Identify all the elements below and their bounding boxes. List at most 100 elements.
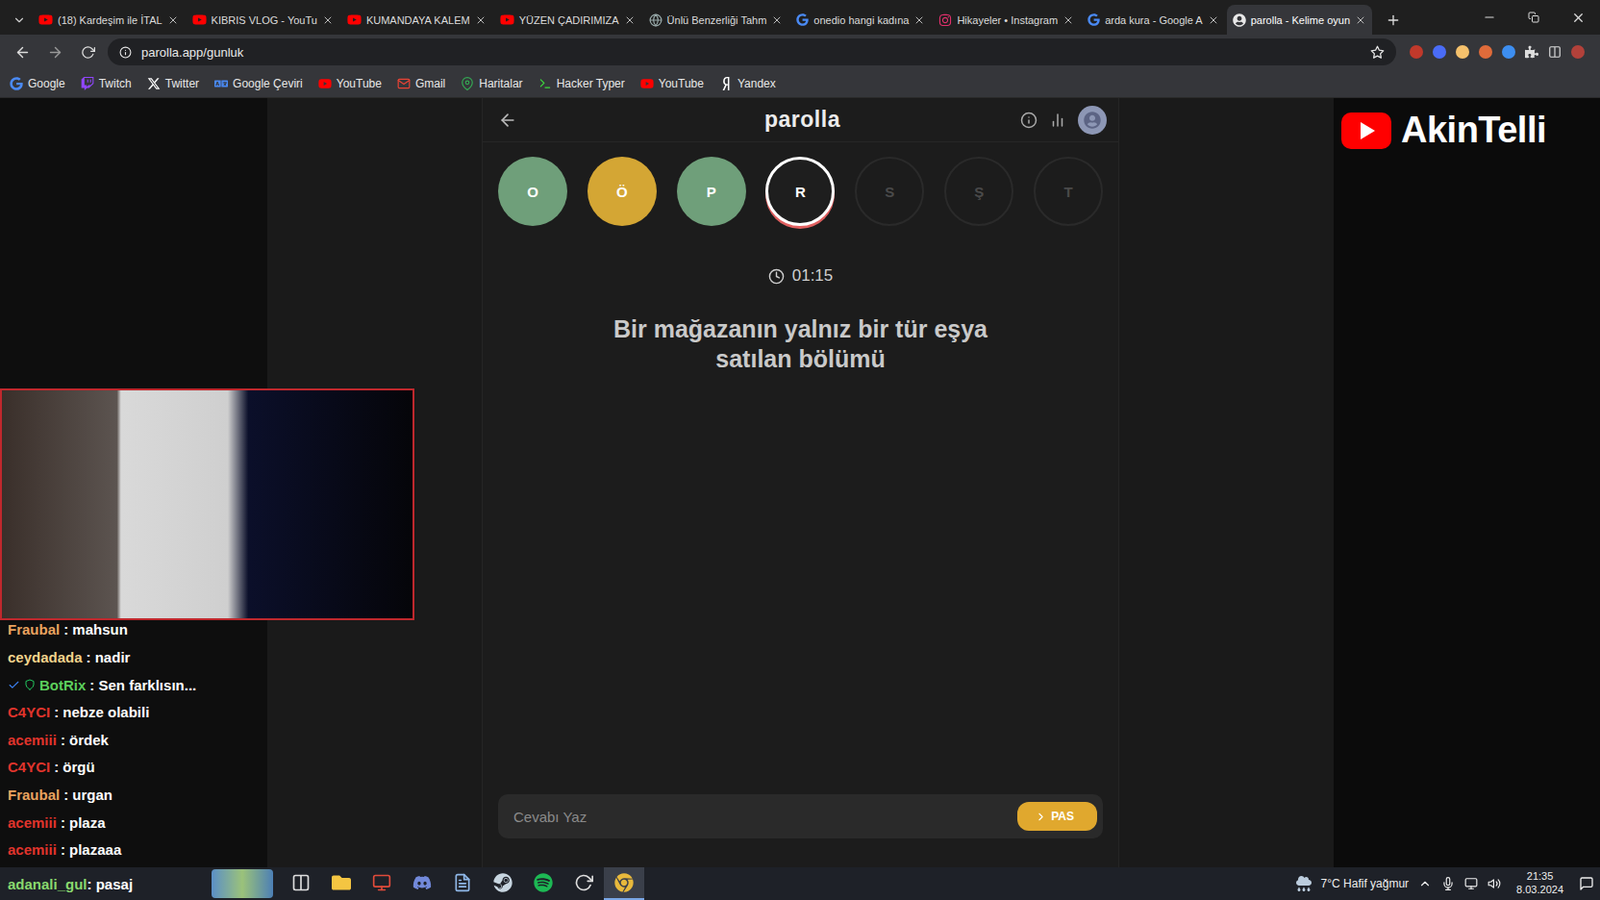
site-info-icon [119,46,132,59]
bookmark[interactable]: Twitch [80,76,132,91]
new-tab-button[interactable] [1377,5,1409,35]
bookmark[interactable]: Google Çeviri [214,76,303,91]
browser-tab[interactable]: onedio hangi kadına [790,4,931,35]
back-arrow-icon[interactable] [498,110,518,130]
browser-tab[interactable]: KUMANDAYA KALEM [341,4,493,35]
bookmark[interactable]: Haritalar [460,76,523,91]
browser-tab[interactable]: parolla - Kelime oyun [1226,4,1373,35]
tab-close-button[interactable] [624,14,636,26]
google-icon [796,13,809,26]
chrome-icon [614,873,634,893]
tab-close-button[interactable] [1062,14,1075,26]
info-icon[interactable] [1020,111,1038,129]
reload-button[interactable] [75,39,100,65]
parolla-icon [1232,13,1247,27]
answer-input[interactable] [511,807,1010,826]
taskbar-app[interactable] [401,867,443,900]
page-content: Fraubal: mahsunceydadada: nadirBotRix: S… [0,98,1600,868]
search-picture[interactable] [211,869,274,899]
puzzle-icon[interactable] [1525,45,1539,59]
minimize-button[interactable] [1467,0,1512,35]
taskbar-app[interactable] [361,867,402,900]
tab-close-button[interactable] [913,14,925,26]
tab-list: (18) Kardeşim ile İTALKIBRIS VLOG - YouT… [32,4,1373,35]
stats-icon[interactable] [1049,111,1067,129]
close-button[interactable] [1555,0,1600,35]
letter-circle: Ş [944,156,1014,226]
volume-icon[interactable] [1487,876,1501,891]
letter-circle: P [676,156,747,226]
bookmark[interactable]: Google [9,76,66,91]
weather[interactable]: 7°C Hafif yağmur [1321,876,1410,891]
letter-circle: O [498,156,568,226]
browser-tab[interactable]: Ünlü Benzerliği Tahm [643,4,790,35]
tab-close-button[interactable] [1207,14,1220,26]
weather-icon [1296,875,1312,892]
taskbar-app[interactable] [563,867,604,900]
google-icon [1087,13,1100,26]
chat-message: ceydadada: nadir [7,643,260,672]
avatar[interactable] [1077,105,1107,135]
bookmark[interactable]: Gmail [397,76,446,91]
taskbar-app[interactable] [482,867,524,900]
network-icon[interactable] [1464,876,1478,891]
restore-button[interactable] [1511,0,1556,35]
arrow-right-icon [47,44,64,61]
extension-icon[interactable] [1409,45,1424,59]
taskbar-app[interactable] [523,867,564,900]
game-header: parolla [482,98,1119,143]
notification-icon[interactable] [1578,875,1595,892]
voicemeeter-icon [372,873,392,893]
back-button[interactable] [9,39,35,65]
tab-title: KUMANDAYA KALEM [366,14,471,26]
chevron-down-icon [12,13,26,27]
tab-close-button[interactable] [771,14,783,26]
extension-icon[interactable] [1455,45,1470,59]
browser-tab[interactable]: YÜZEN ÇADIRIMIZA [494,4,642,35]
bookmark[interactable]: Twitter [147,76,200,91]
taskbar-app[interactable] [442,867,483,900]
forward-button[interactable] [42,39,68,65]
tab-title: parolla - Kelime oyun [1250,14,1350,26]
user-icon [1083,111,1101,129]
chat-message: acemiii: ördek [7,725,260,754]
bookmark[interactable]: YouTube [318,76,382,91]
header-actions [840,105,1107,135]
tab-close-button[interactable] [1354,14,1367,26]
taskbar-app[interactable] [603,867,645,900]
tab-search-button[interactable] [5,5,33,35]
bookmarks-bar: Google Twitch Twitter Google Çeviri YouTube G… [0,69,1600,99]
browser-tab[interactable]: KIBRIS VLOG - YouTu [186,4,340,35]
mic-icon[interactable] [1441,876,1455,891]
browser-tab[interactable]: (18) Kardeşim ile İTAL [32,4,185,35]
twitch-icon [80,76,95,91]
close-icon [913,14,925,26]
sidepanel-icon[interactable] [1548,45,1562,59]
bookmark[interactable]: YouTube [640,76,704,91]
close-icon [1062,14,1075,26]
bookmark[interactable]: Hacker Typer [538,76,625,91]
extension-icon[interactable] [1478,45,1493,59]
tab-close-button[interactable] [322,14,334,26]
chat-message: acemiii: plazaaa [7,835,260,864]
profile-icon[interactable] [1571,45,1585,59]
taskbar-app[interactable] [321,867,362,900]
translate-icon [214,76,228,91]
bookmark[interactable]: Yandex [719,76,776,91]
browser-tab[interactable]: Hikayeler • Instagram [932,4,1080,35]
taskbar-app[interactable] [280,867,322,900]
tab-close-button[interactable] [475,14,487,26]
browser-tab[interactable]: arda kura - Google A [1081,4,1225,35]
extension-icon[interactable] [1432,45,1447,59]
letter-circle: Ö [587,156,657,226]
chat-overlay-message: adanali_gul: pasaj [7,875,212,893]
tab-close-button[interactable] [167,14,179,26]
youtube-icon [347,12,362,27]
pass-button[interactable]: PAS [1017,801,1098,831]
extension-icon[interactable] [1501,45,1516,59]
screen: (18) Kardeşim ile İTALKIBRIS VLOG - YouT… [0,0,1600,900]
address-text: parolla.app/gunluk [141,45,1361,60]
address-field[interactable]: parolla.app/gunluk [107,38,1397,66]
clock[interactable]: 21:358.03.2024 [1510,870,1570,898]
chevron-up-icon[interactable] [1418,876,1432,891]
